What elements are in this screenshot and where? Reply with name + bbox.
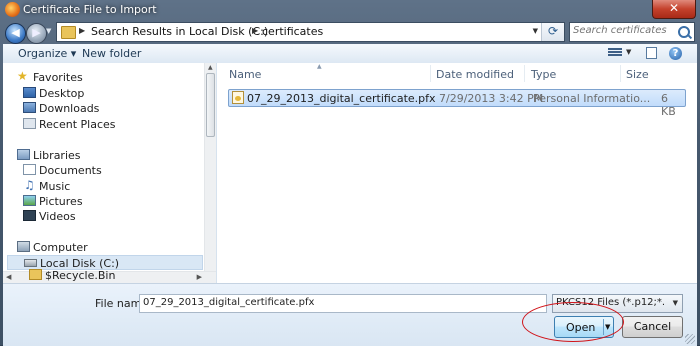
- search-icon[interactable]: [678, 26, 690, 38]
- sidebar-item-desktop[interactable]: Desktop: [3, 86, 203, 101]
- scroll-up-icon[interactable]: ▲: [208, 64, 213, 71]
- scrollbar-thumb[interactable]: [206, 73, 215, 137]
- sidebar-item-downloads[interactable]: Downloads: [3, 101, 203, 116]
- file-date-modified: 7/29/2013 3:42 PM: [439, 92, 544, 105]
- refresh-icon[interactable]: ⟳: [541, 23, 564, 41]
- navigation-pane: ★ Favorites Desktop Downloads Recent Pla…: [3, 63, 217, 283]
- star-icon: ★: [17, 69, 28, 83]
- resize-grip[interactable]: [685, 334, 695, 344]
- pictures-icon: [23, 195, 36, 206]
- title-bar: Certificate File to Import ✕: [0, 0, 700, 20]
- sidebar-item-videos[interactable]: Videos: [3, 209, 203, 224]
- sidebar-item-favorites[interactable]: ★ Favorites: [3, 70, 203, 85]
- preview-pane-icon[interactable]: [646, 47, 657, 59]
- breadcrumb-separator-icon[interactable]: ▶: [79, 26, 85, 35]
- search-input[interactable]: [573, 25, 673, 36]
- sidebar-item-recent-places[interactable]: Recent Places: [3, 117, 203, 132]
- column-divider[interactable]: [524, 65, 525, 82]
- column-divider[interactable]: [620, 65, 621, 82]
- folder-icon: [61, 26, 76, 39]
- sidebar-item-label: Desktop: [39, 87, 85, 100]
- recent-places-icon: [23, 118, 36, 129]
- file-name-input[interactable]: [143, 297, 523, 308]
- folder-icon: [29, 269, 42, 280]
- window-title: Certificate File to Import: [23, 3, 157, 16]
- disk-icon: [24, 259, 37, 267]
- help-icon[interactable]: ?: [669, 47, 682, 60]
- navigation-scrollbar[interactable]: ▲ ▼: [204, 63, 216, 283]
- new-folder-button[interactable]: New folder: [82, 47, 141, 60]
- file-name-field[interactable]: [139, 294, 547, 313]
- sidebar-item-label: Videos: [39, 210, 76, 223]
- breadcrumb-certificates[interactable]: certificates: [262, 25, 323, 38]
- file-type: Personal Informatio...: [533, 92, 651, 105]
- search-box[interactable]: [569, 22, 695, 42]
- view-options-dropdown-icon[interactable]: ▼: [626, 48, 631, 56]
- column-header-date-modified[interactable]: Date modified: [436, 68, 514, 81]
- sidebar-item-label: Music: [39, 180, 71, 193]
- sidebar-item-label: Favorites: [33, 71, 83, 84]
- column-header-type[interactable]: Type: [531, 68, 556, 81]
- column-divider[interactable]: [430, 65, 431, 82]
- address-dropdown-icon[interactable]: ▼: [533, 27, 538, 35]
- file-list-pane: ▲ Name Date modified Type Size 07_29_201…: [217, 63, 697, 283]
- dialog-body: ★ Favorites Desktop Downloads Recent Pla…: [3, 63, 697, 283]
- sidebar-item-label: Pictures: [39, 195, 83, 208]
- sort-indicator-icon: ▲: [317, 63, 322, 70]
- breadcrumb-separator-icon[interactable]: ▶: [252, 26, 258, 35]
- sidebar-item-label: Recent Places: [39, 118, 116, 131]
- downloads-icon: [23, 102, 36, 113]
- chevron-down-icon: ▼: [672, 299, 678, 307]
- column-header-size[interactable]: Size: [626, 68, 649, 81]
- forward-button[interactable]: ▶: [26, 23, 47, 44]
- libraries-icon: [17, 149, 30, 160]
- annotation-circle: [522, 302, 624, 342]
- column-header-name[interactable]: Name: [229, 68, 261, 81]
- sidebar-item-label: Computer: [33, 241, 88, 254]
- recent-locations-dropdown-icon[interactable]: ▼: [46, 27, 51, 35]
- scroll-right-icon[interactable]: ▶: [197, 273, 202, 281]
- sidebar-item-music[interactable]: ♫ Music: [3, 179, 203, 194]
- sidebar-item-pictures[interactable]: Pictures: [3, 194, 203, 209]
- music-icon: ♫: [24, 178, 35, 192]
- desktop-icon: [23, 87, 36, 98]
- sidebar-item-label: $Recycle.Bin: [45, 269, 116, 282]
- sidebar-item-documents[interactable]: Documents: [3, 163, 203, 178]
- back-button[interactable]: ◀: [5, 23, 26, 44]
- change-view-icon[interactable]: [608, 47, 622, 59]
- sidebar-item-libraries[interactable]: Libraries: [3, 148, 203, 163]
- sidebar-item-computer[interactable]: Computer: [3, 240, 203, 255]
- file-size: 6 KB: [661, 92, 676, 118]
- file-name: 07_29_2013_digital_certificate.pfx: [247, 92, 436, 105]
- certificate-file-icon: [232, 91, 244, 104]
- breadcrumb-search-results[interactable]: Search Results in Local Disk (C:): [91, 25, 268, 38]
- sidebar-item-label: Documents: [39, 164, 102, 177]
- organize-button[interactable]: Organize ▾: [18, 47, 76, 60]
- address-bar[interactable]: ▶ Search Results in Local Disk (C:) ▶ ce…: [56, 22, 565, 42]
- sidebar-item-label: Libraries: [33, 149, 81, 162]
- file-open-dialog: Certificate File to Import ✕ ◀ ▶ ▼ ▶ Sea…: [0, 0, 700, 346]
- documents-icon: [23, 164, 36, 175]
- cancel-button[interactable]: Cancel: [622, 316, 683, 338]
- sidebar-item-label: Downloads: [39, 102, 100, 115]
- close-button[interactable]: ✕: [652, 0, 696, 19]
- sidebar-item-recycle-bin[interactable]: $Recycle.Bin: [17, 268, 197, 283]
- navigation-bar: ◀ ▶ ▼ ▶ Search Results in Local Disk (C:…: [0, 20, 700, 44]
- scroll-left-icon[interactable]: ◀: [6, 273, 11, 281]
- command-toolbar: Organize ▾ New folder ▼ ?: [3, 44, 697, 64]
- videos-icon: [23, 210, 36, 221]
- firefox-icon: [5, 2, 20, 17]
- file-row[interactable]: 07_29_2013_digital_certificate.pfx 7/29/…: [228, 89, 686, 118]
- computer-icon: [17, 241, 30, 252]
